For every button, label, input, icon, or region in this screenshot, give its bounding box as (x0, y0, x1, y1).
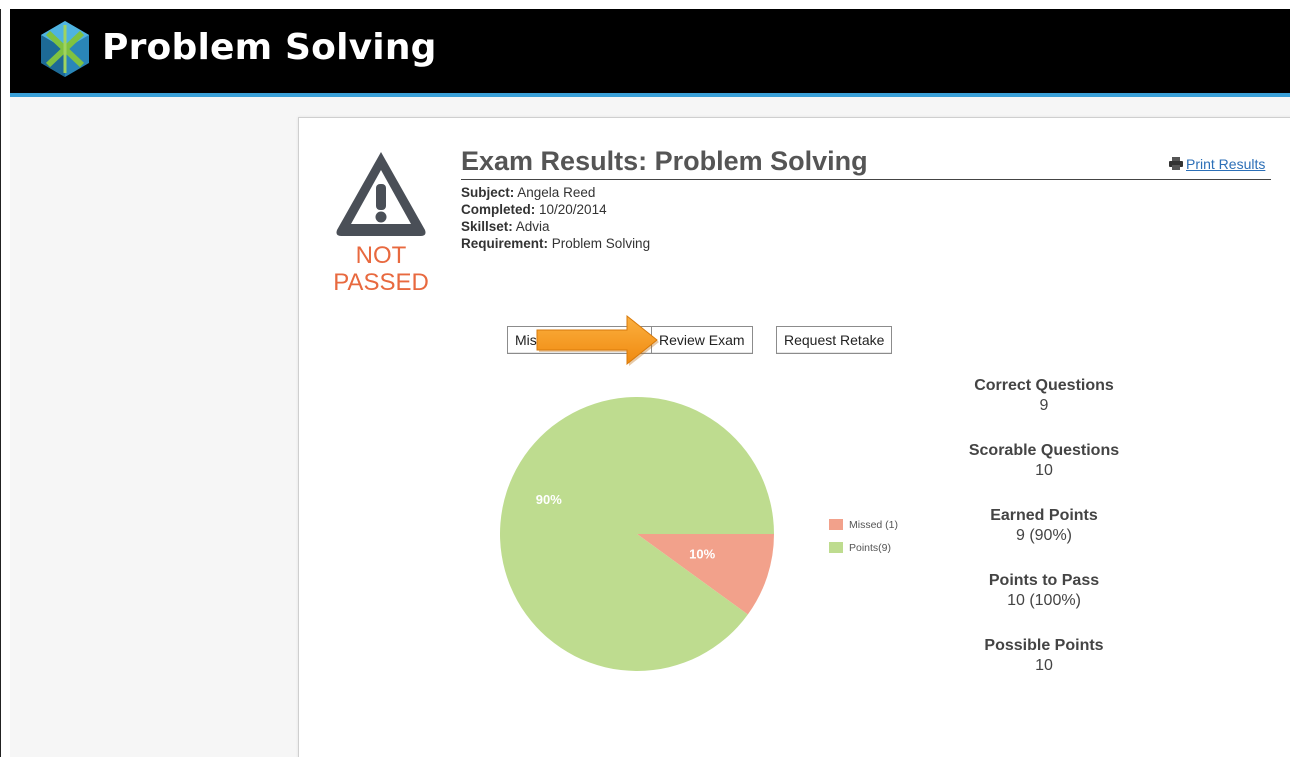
request-retake-button[interactable]: Request Retake (776, 326, 893, 354)
header-bar: Problem Solving (10, 9, 1290, 97)
window-left-border (0, 9, 1, 757)
stat-correct-questions: Correct Questions 9 (919, 376, 1169, 415)
legend-label: Points(9) (849, 541, 892, 554)
stat-value: 9 (90%) (1015, 527, 1073, 544)
pie-data-label-1: 90% (536, 492, 562, 507)
meta-completed: Completed: 10/20/2014 (461, 202, 607, 218)
meta-skillset: Skillset: Advia (461, 219, 550, 235)
results-card: NOT PASSED Exam Results: Problem Solving… (298, 117, 1290, 757)
meta-value: 10/20/2014 (539, 202, 607, 217)
app-title: Problem Solving (102, 27, 437, 68)
status-not: NOT (355, 242, 407, 269)
meta-label: Skillset: (461, 219, 513, 234)
stat-label: Scorable Questions (968, 442, 1120, 459)
app-frame: Problem Solving NOT PASSED Exam Results:… (10, 9, 1290, 757)
meta-label: Subject: (461, 185, 515, 200)
review-exam-button[interactable]: Review Exam (651, 326, 753, 354)
chart-legend: Missed (1) Points(9) (829, 513, 898, 559)
stat-value: 10 (1035, 657, 1053, 674)
print-results-link[interactable]: Print Results (1186, 156, 1265, 172)
meta-label: Completed: (461, 202, 536, 217)
stat-value: 10 (100%) (1007, 592, 1081, 609)
meta-label: Requirement: (461, 236, 549, 251)
stat-earned-points: Earned Points 9 (90%) (919, 506, 1169, 545)
results-pie-chart: 10% 90% (500, 396, 774, 671)
meta-value: Advia (515, 219, 550, 234)
page-title: Exam Results: Problem Solving (461, 143, 1271, 180)
stat-label: Correct Questions (974, 377, 1114, 394)
meta-value: Problem Solving (551, 236, 651, 251)
meta-value: Angela Reed (517, 185, 596, 200)
stat-label: Points to Pass (988, 572, 1100, 589)
stat-possible-points: Possible Points 10 (919, 636, 1169, 675)
pie-slice-1 (500, 396, 774, 671)
stat-scorable-questions: Scorable Questions 10 (919, 441, 1169, 480)
legend-swatch (829, 542, 843, 553)
stat-label: Possible Points (984, 637, 1104, 654)
printer-icon[interactable] (1169, 157, 1183, 170)
stat-value: 10 (1035, 462, 1053, 479)
arrow-pointer-icon (536, 314, 659, 366)
warning-icon (336, 152, 426, 236)
meta-subject: Subject: Angela Reed (461, 185, 595, 201)
pie-data-label-0: 10% (689, 547, 715, 562)
status-passed: PASSED (333, 269, 429, 296)
legend-item-points: Points(9) (829, 536, 898, 559)
meta-requirement: Requirement: Problem Solving (461, 236, 650, 252)
stat-value: 9 (1039, 397, 1049, 414)
legend-swatch (829, 519, 843, 530)
app-logo-icon (41, 21, 89, 77)
stat-label: Earned Points (990, 507, 1098, 524)
legend-label: Missed (1) (849, 518, 899, 531)
stat-points-to-pass: Points to Pass 10 (100%) (919, 571, 1169, 610)
legend-item-missed: Missed (1) (829, 513, 898, 536)
